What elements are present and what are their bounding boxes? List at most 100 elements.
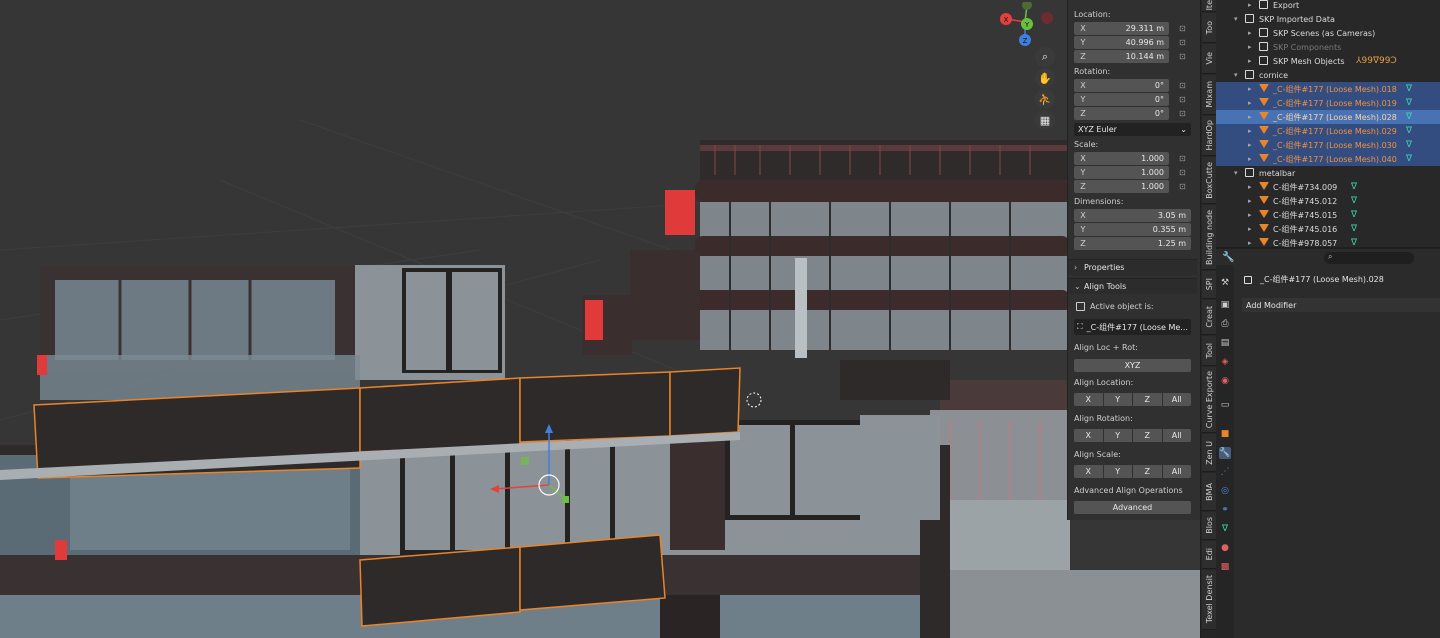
lock-icon[interactable]: ⊡ — [1179, 81, 1189, 91]
output-icon[interactable]: ⎙ — [1219, 318, 1231, 330]
lock-icon[interactable]: ⊡ — [1179, 38, 1189, 48]
rotation-z-field[interactable]: Z 0° — [1074, 107, 1169, 120]
expand-down-icon[interactable]: ▾ — [1234, 71, 1238, 79]
mesh-data-icon[interactable]: ∇ — [1406, 84, 1412, 94]
pan-hand-icon[interactable]: ✋ — [1035, 68, 1055, 88]
lock-icon[interactable]: ⊡ — [1179, 168, 1189, 178]
outliner-row[interactable]: ▸ _C-组件#177 (Loose Mesh).029 ∇ — [1216, 124, 1440, 138]
lock-icon[interactable]: ⊡ — [1179, 52, 1189, 62]
rotation-x-field[interactable]: X 0° — [1074, 79, 1169, 92]
expand-right-icon[interactable]: ▸ — [1248, 29, 1252, 37]
scene-icon[interactable]: ◈ — [1219, 356, 1231, 368]
object-props-icon[interactable]: ■ — [1219, 428, 1231, 440]
properties-search-input[interactable] — [1324, 252, 1414, 264]
mesh-data-icon[interactable]: ∇ — [1351, 238, 1357, 247]
outliner-row[interactable]: ▸ _C-组件#177 (Loose Mesh).018 ∇ — [1216, 82, 1440, 96]
particles-icon[interactable]: ⋰ — [1219, 466, 1231, 478]
dimensions-x-field[interactable]: X 3.05 m — [1074, 209, 1191, 222]
expand-right-icon[interactable]: ▸ — [1248, 239, 1252, 247]
tab-curve-exporter[interactable]: Curve Exporte — [1202, 367, 1216, 433]
rotation-mode-select[interactable]: XYZ Euler ⌄ — [1074, 123, 1191, 136]
outliner-row[interactable]: ▸ C-组件#734.009 ∇ — [1216, 180, 1440, 194]
expand-right-icon[interactable]: ▸ — [1248, 99, 1252, 107]
tab-mixamo[interactable]: Mixam — [1202, 75, 1216, 115]
mesh-data-icon[interactable]: ∇ — [1351, 196, 1357, 206]
lock-icon[interactable]: ⊡ — [1179, 95, 1189, 105]
align-location-z-button[interactable]: Z — [1133, 393, 1162, 406]
align-rotation-z-button[interactable]: Z — [1133, 429, 1162, 442]
tab-bma[interactable]: BMA — [1202, 473, 1216, 511]
mesh-data-icon[interactable]: ∇ — [1406, 98, 1412, 108]
align-location-y-button[interactable]: Y — [1103, 393, 1132, 406]
outliner-row[interactable]: ▸ C-组件#745.016 ∇ — [1216, 222, 1440, 236]
active-object-field[interactable]: ⛶ _C-组件#177 (Loose Me... — [1074, 319, 1191, 335]
add-modifier-button[interactable]: Add Modifier — [1242, 298, 1440, 312]
expand-right-icon[interactable]: ▸ — [1248, 225, 1252, 233]
mesh-data-icon[interactable]: ∇ — [1351, 224, 1357, 234]
tab-hardops[interactable]: HardOp — [1202, 116, 1216, 156]
expand-right-icon[interactable]: ▸ — [1248, 57, 1252, 65]
align-tools-panel-header[interactable]: ⌄ Align Tools — [1068, 278, 1197, 294]
align-scale-all-button[interactable]: All — [1162, 465, 1191, 478]
outliner-row[interactable]: ▸ Export — [1216, 0, 1440, 12]
mesh-data-icon[interactable]: ∇ — [1351, 210, 1357, 220]
constraints-icon[interactable]: ⚭ — [1219, 504, 1231, 516]
outliner-row[interactable]: ▸ C-组件#978.057 ∇ — [1216, 236, 1440, 247]
material-icon[interactable]: ● — [1219, 542, 1231, 554]
align-scale-y-button[interactable]: Y — [1103, 465, 1132, 478]
camera-icon[interactable]: ⛹ — [1035, 89, 1055, 109]
dimensions-z-field[interactable]: Z 1.25 m — [1074, 237, 1191, 250]
expand-down-icon[interactable]: ▾ — [1234, 169, 1238, 177]
tab-tool-2[interactable]: Tool — [1202, 336, 1216, 366]
mesh-data-icon[interactable]: ∇ — [1406, 112, 1412, 122]
mesh-data-icon[interactable]: ∇ — [1406, 140, 1412, 150]
tool-icon[interactable]: ⚒ — [1219, 277, 1231, 289]
mesh-data-icon[interactable]: ∇ — [1406, 154, 1412, 164]
align-scale-z-button[interactable]: Z — [1133, 465, 1162, 478]
location-z-field[interactable]: Z 10.144 m — [1074, 50, 1169, 63]
tab-spi[interactable]: SPI — [1202, 271, 1216, 299]
expand-right-icon[interactable]: ▸ — [1248, 141, 1252, 149]
location-y-field[interactable]: Y 40.996 m — [1074, 36, 1169, 49]
scale-y-field[interactable]: Y 1.000 — [1074, 166, 1169, 179]
tab-item[interactable]: Ite — [1202, 0, 1216, 12]
expand-down-icon[interactable]: ▾ — [1234, 15, 1238, 23]
expand-right-icon[interactable]: ▸ — [1248, 85, 1252, 93]
mesh-data-icon[interactable]: ∇ — [1406, 126, 1412, 136]
outliner-row[interactable]: ▸ SKP Scenes (as Cameras) — [1216, 26, 1440, 40]
outliner-row[interactable]: ▸ _C-组件#177 (Loose Mesh).030 ∇ — [1216, 138, 1440, 152]
expand-right-icon[interactable]: ▸ — [1248, 197, 1252, 205]
editor-type-icon[interactable]: 🔧 — [1222, 252, 1236, 264]
collection-icon[interactable]: ▭ — [1219, 399, 1231, 411]
outliner-row[interactable]: ▸ SKP Components — [1216, 40, 1440, 54]
outliner-row[interactable]: ▾ SKP Imported Data — [1216, 12, 1440, 26]
scale-z-field[interactable]: Z 1.000 — [1074, 180, 1169, 193]
expand-right-icon[interactable]: ▸ — [1248, 127, 1252, 135]
modifier-wrench-icon[interactable]: 🔧 — [1219, 447, 1231, 459]
view-layer-icon[interactable]: ▤ — [1219, 337, 1231, 349]
properties-panel-header[interactable]: › Properties — [1068, 259, 1197, 275]
render-icon[interactable]: ▣ — [1219, 299, 1231, 311]
tab-view[interactable]: Vie — [1202, 44, 1216, 74]
outliner-row[interactable]: ▸ _C-组件#177 (Loose Mesh).019 ∇ — [1216, 96, 1440, 110]
outliner-row[interactable]: ▾ metalbar — [1216, 166, 1440, 180]
scale-x-field[interactable]: X 1.000 — [1074, 152, 1169, 165]
expand-right-icon[interactable]: ▸ — [1248, 1, 1252, 9]
tab-zen-uv[interactable]: Zen U — [1202, 434, 1216, 472]
align-rotation-all-button[interactable]: All — [1162, 429, 1191, 442]
tab-boxcutter[interactable]: BoxCutte — [1202, 157, 1216, 204]
advanced-button[interactable]: Advanced — [1074, 501, 1191, 514]
lock-icon[interactable]: ⊡ — [1179, 182, 1189, 192]
tab-tool[interactable]: Too — [1202, 13, 1216, 43]
dimensions-y-field[interactable]: Y 0.355 m — [1074, 223, 1191, 236]
navigation-gizmo[interactable]: X Y Z — [995, 2, 1055, 50]
rotation-y-field[interactable]: Y 0° — [1074, 93, 1169, 106]
tab-blos[interactable]: Blos — [1202, 512, 1216, 540]
outliner-row[interactable]: ▸ _C-组件#177 (Loose Mesh).040 ∇ — [1216, 152, 1440, 166]
mesh-data-icon[interactable]: ∇ — [1219, 523, 1231, 535]
expand-right-icon[interactable]: ▸ — [1248, 211, 1252, 219]
location-x-field[interactable]: X 29.311 m — [1074, 22, 1169, 35]
world-icon[interactable]: ◉ — [1219, 375, 1231, 387]
tab-building-node[interactable]: Building node — [1202, 205, 1216, 270]
align-location-all-button[interactable]: All — [1162, 393, 1191, 406]
